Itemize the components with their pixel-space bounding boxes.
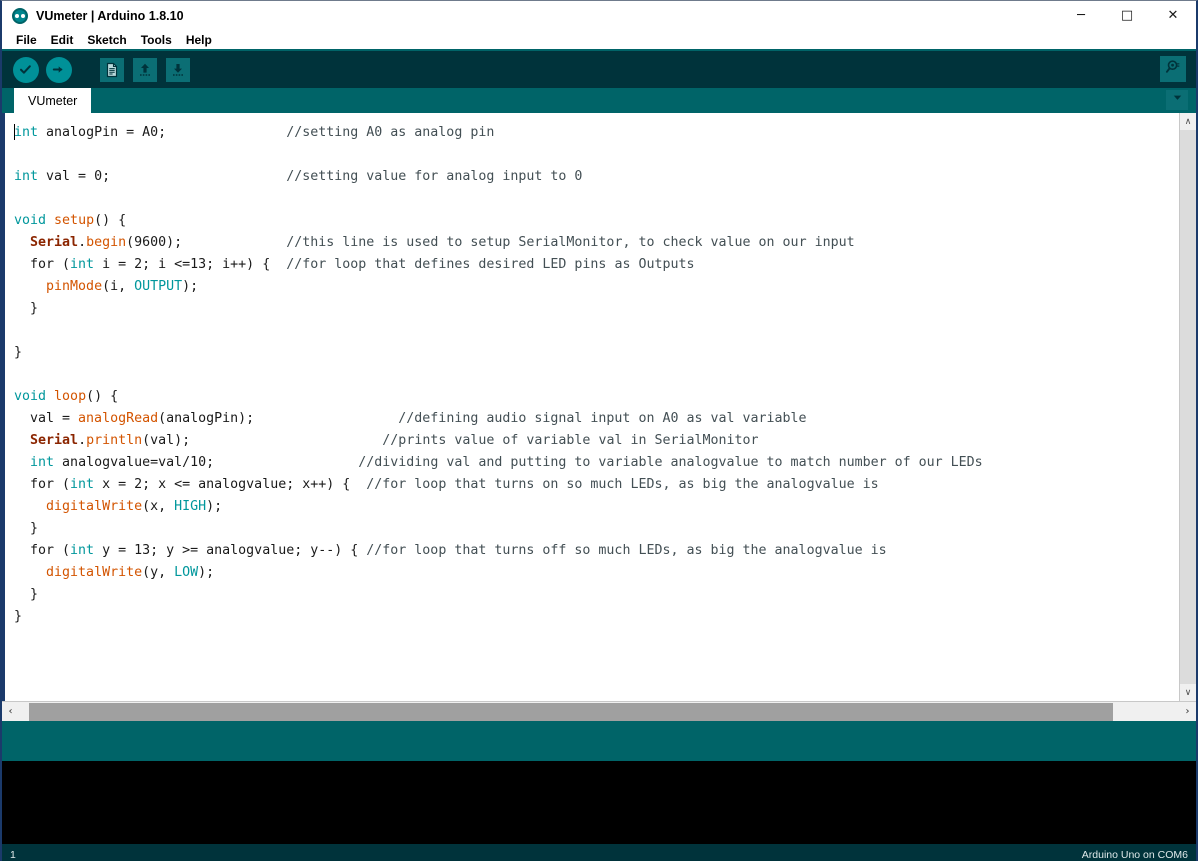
menu-item-edit[interactable]: Edit [45, 31, 80, 49]
serial-monitor-button[interactable] [1160, 56, 1186, 82]
tab-menu-button[interactable] [1166, 90, 1188, 110]
scroll-down-icon[interactable]: ∨ [1179, 684, 1196, 701]
title-bar: VUmeter | Arduino 1.8.10 ─ □ ✕ [2, 1, 1196, 30]
arrow-down-icon [165, 57, 190, 82]
arduino-logo-icon [12, 7, 28, 24]
verify-button[interactable] [12, 56, 39, 83]
menu-item-tools[interactable]: Tools [135, 31, 178, 49]
magnifier-icon [1165, 58, 1182, 80]
toolbar [2, 51, 1196, 88]
new-sketch-button[interactable] [98, 56, 125, 83]
vertical-scroll-thumb[interactable] [1180, 130, 1196, 683]
menu-item-file[interactable]: File [10, 31, 43, 49]
tab-vumeter[interactable]: VUmeter [14, 88, 92, 113]
title-bar-left: VUmeter | Arduino 1.8.10 [2, 7, 184, 24]
horizontal-scroll-thumb[interactable] [29, 702, 1113, 721]
status-line-number: 1 [10, 848, 16, 861]
editor-vertical-scrollbar[interactable]: ∧ ∨ [1179, 113, 1196, 701]
open-sketch-button[interactable] [131, 56, 158, 83]
menu-item-sketch[interactable]: Sketch [81, 31, 132, 49]
editor-horizontal-scrollbar[interactable]: ‹ › [2, 701, 1196, 721]
code-editor[interactable]: int analogPin = A0; //setting A0 as anal… [2, 113, 1196, 701]
chevron-down-icon [1171, 91, 1184, 109]
menu-item-help[interactable]: Help [180, 31, 218, 49]
text-caret [14, 124, 15, 140]
scroll-right-icon[interactable]: › [1179, 703, 1196, 721]
code-text-area[interactable]: int analogPin = A0; //setting A0 as anal… [5, 113, 1179, 701]
new-document-icon [99, 57, 124, 82]
horizontal-scroll-track[interactable] [19, 702, 1179, 721]
status-board-info: Arduino Uno on COM6 [1081, 848, 1188, 861]
scroll-up-icon[interactable]: ∧ [1179, 113, 1196, 130]
arrow-up-icon [132, 57, 157, 82]
toolbar-actions [12, 56, 191, 83]
arrow-right-icon [45, 56, 72, 83]
source-code[interactable]: int analogPin = A0; //setting A0 as anal… [5, 122, 1179, 628]
save-sketch-button[interactable] [164, 56, 191, 83]
message-bar [2, 721, 1196, 761]
maximize-icon[interactable]: □ [1104, 1, 1150, 30]
menu-bar: File Edit Sketch Tools Help [2, 30, 1196, 51]
window-title: VUmeter | Arduino 1.8.10 [36, 8, 184, 23]
arduino-ide-window: VUmeter | Arduino 1.8.10 ─ □ ✕ File Edit… [0, 0, 1198, 861]
tab-bar: VUmeter [2, 88, 1196, 113]
close-icon[interactable]: ✕ [1150, 1, 1196, 30]
scroll-left-icon[interactable]: ‹ [2, 703, 19, 721]
upload-button[interactable] [45, 56, 72, 83]
console-output[interactable] [2, 761, 1196, 844]
checkmark-icon [12, 56, 39, 83]
status-bar: 1 Arduino Uno on COM6 [2, 844, 1196, 861]
window-controls: ─ □ ✕ [1058, 1, 1196, 30]
minimize-icon[interactable]: ─ [1058, 1, 1104, 30]
